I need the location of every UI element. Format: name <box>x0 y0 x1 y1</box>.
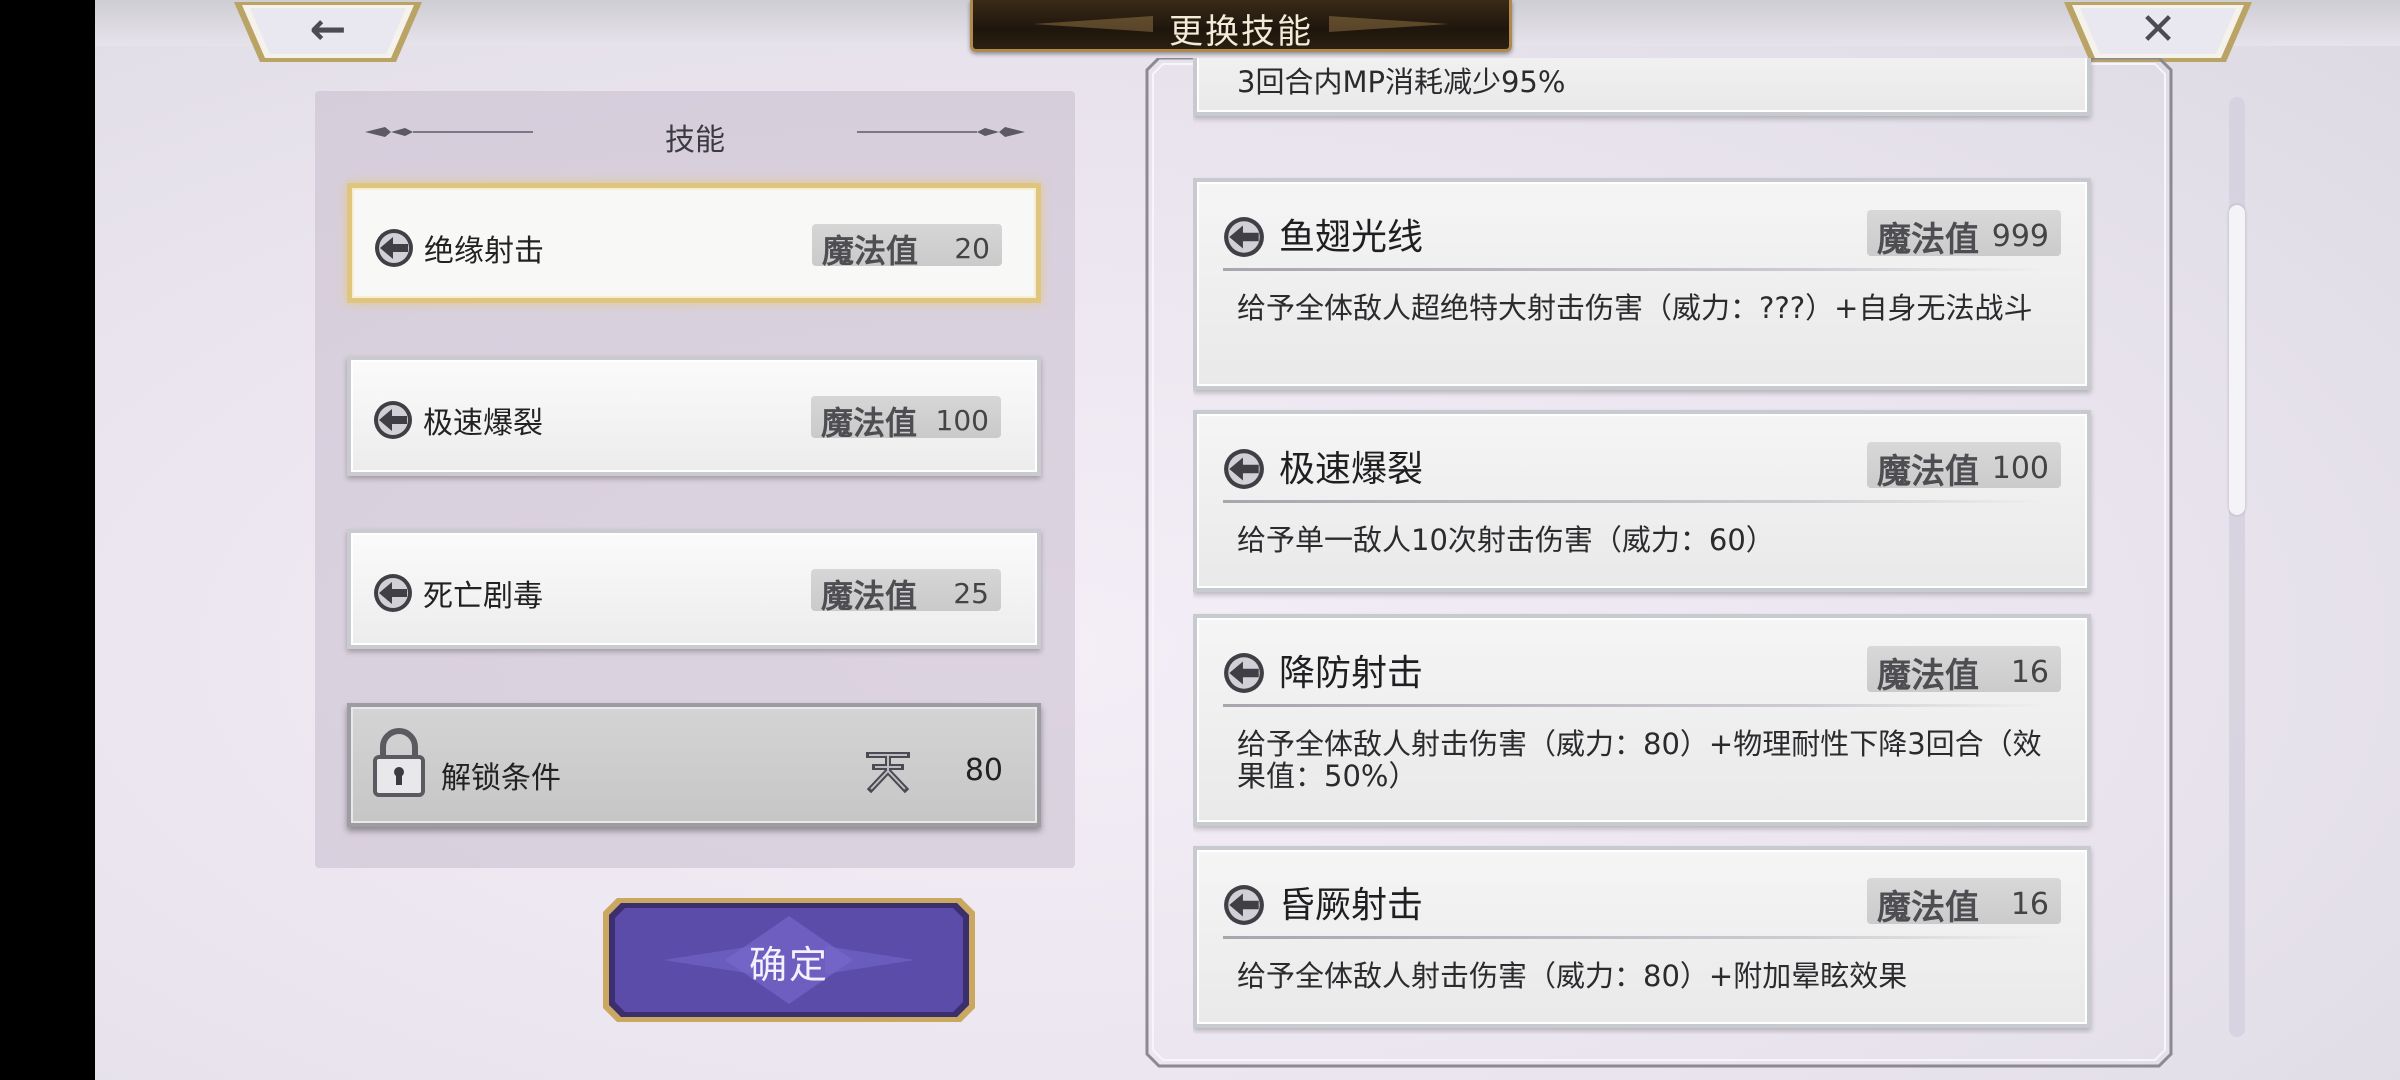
card-divider <box>1223 268 2047 271</box>
mp-value: 100 <box>1991 451 2049 486</box>
skill-arrow-icon <box>374 401 412 439</box>
mp-badge: 魔法值 20 <box>812 224 1002 270</box>
title-plaque: 更换技能 <box>970 0 1512 52</box>
skill-name: 极速爆裂 <box>423 406 543 441</box>
skill-description: 3回合内MP消耗减少95% <box>1237 65 1566 99</box>
close-button[interactable]: ✕ <box>2060 0 2256 66</box>
equipped-skills-panel: 技能 绝缘射击 魔法值 20 极速爆裂 魔法值 100 死亡剧毒 魔法值 25 … <box>315 91 1075 868</box>
skill-name: 昏厥射击 <box>1279 885 1424 926</box>
mp-value: 16 <box>2010 655 2049 690</box>
mp-label: 魔法值 <box>822 232 919 270</box>
skill-card-4[interactable]: 昏厥射击 魔法值 16 给予全体敌人射击伤害（威力：80）+附加晕眩效果 <box>1193 846 2091 1028</box>
skill-arrow-icon <box>375 229 413 267</box>
skill-list-scrollbar[interactable] <box>2229 97 2245 1037</box>
mp-label: 魔法值 <box>821 577 918 615</box>
scrollbar-thumb[interactable] <box>2229 205 2245 515</box>
skill-arrow-icon <box>1224 885 1264 925</box>
skill-name: 死亡剧毒 <box>423 579 543 614</box>
lock-icon <box>373 728 425 797</box>
mp-value: 999 <box>1991 219 2049 254</box>
skill-slot-3[interactable]: 死亡剧毒 魔法值 25 <box>347 529 1041 649</box>
card-divider <box>1223 500 2047 503</box>
mp-value: 100 <box>935 404 989 437</box>
card-divider <box>1223 704 2047 707</box>
skill-card-3[interactable]: 降防射击 魔法值 16 给予全体敌人射击伤害（威力：80）+物理耐性下降3回合（… <box>1193 614 2091 826</box>
skill-name: 极速爆裂 <box>1279 449 1424 490</box>
card-divider <box>1223 936 2047 939</box>
mp-value: 25 <box>953 577 989 610</box>
mp-label: 魔法值 <box>1877 888 1979 928</box>
arrow-left-icon: ← <box>309 4 347 55</box>
unlock-requirement-value: 80 <box>964 753 1003 788</box>
mp-badge: 魔法值 16 <box>1867 878 2061 928</box>
skill-description: 给予单一敌人10次射击伤害（威力：60） <box>1237 523 1775 557</box>
skill-description: 给予全体敌人超绝特大射击伤害（威力：???）+自身无法战斗 <box>1237 291 2033 325</box>
available-skills-list[interactable]: 3回合内MP消耗减少95% 鱼翅光线 魔法值 999 给予全体敌人超绝特大射击伤… <box>1193 58 2153 1034</box>
mp-value: 20 <box>954 232 990 265</box>
heading-ornament-right <box>857 127 1025 137</box>
locked-skill-slot[interactable]: 解锁条件 80 <box>347 703 1041 827</box>
skill-arrow-icon <box>1224 449 1264 489</box>
back-button[interactable]: ← <box>230 0 426 66</box>
skill-card-partial[interactable]: 3回合内MP消耗减少95% <box>1193 58 2091 116</box>
mp-badge: 魔法值 16 <box>1867 646 2061 696</box>
skill-arrow-icon <box>1224 217 1264 257</box>
confirm-button[interactable]: 确定 <box>603 898 975 1022</box>
rank-glyph-icon <box>866 752 910 794</box>
skill-arrow-icon <box>1224 653 1264 693</box>
skill-name: 绝缘射击 <box>424 234 544 269</box>
skill-slot-2[interactable]: 极速爆裂 魔法值 100 <box>347 356 1041 476</box>
game-screen: ← ✕ 更换技能 技能 绝缘射击 魔法值 20 极速爆裂 魔法值 100 死亡剧… <box>95 0 2400 1080</box>
skill-card-2[interactable]: 极速爆裂 魔法值 100 给予单一敌人10次射击伤害（威力：60） <box>1193 410 2091 592</box>
mp-badge: 魔法值 100 <box>811 396 1001 442</box>
confirm-label: 确定 <box>748 943 829 987</box>
mp-value: 16 <box>2010 887 2049 922</box>
skill-arrow-icon <box>374 574 412 612</box>
unlock-condition-label: 解锁条件 <box>441 761 561 796</box>
skill-description: 给予全体敌人射击伤害（威力：80）+附加晕眩效果 <box>1237 959 1908 993</box>
skill-name: 鱼翅光线 <box>1279 217 1424 258</box>
mp-badge: 魔法值 25 <box>811 569 1001 615</box>
skill-card-1[interactable]: 鱼翅光线 魔法值 999 给予全体敌人超绝特大射击伤害（威力：???）+自身无法… <box>1193 178 2091 390</box>
mp-badge: 魔法值 100 <box>1867 442 2061 492</box>
mp-label: 魔法值 <box>1877 220 1979 260</box>
skill-description: 给予全体敌人射击伤害（威力：80）+物理耐性下降3回合（效果值：50%） <box>1237 727 2042 793</box>
skill-slot-1[interactable]: 绝缘射击 魔法值 20 <box>347 183 1041 303</box>
mp-label: 魔法值 <box>1877 656 1979 696</box>
mp-badge: 魔法值 999 <box>1867 210 2061 260</box>
mp-label: 魔法值 <box>1877 452 1979 492</box>
page-title: 更换技能 <box>1169 12 1313 52</box>
skill-name: 降防射击 <box>1279 653 1424 694</box>
close-x-icon: ✕ <box>2139 4 2177 55</box>
mp-label: 魔法值 <box>821 404 918 442</box>
